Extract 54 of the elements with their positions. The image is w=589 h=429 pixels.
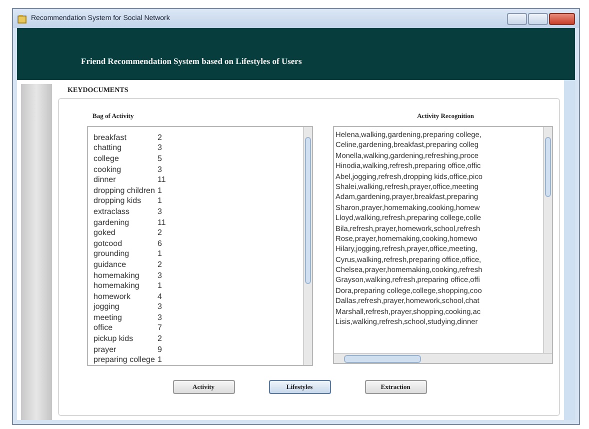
activity-count: 6 <box>158 238 162 248</box>
activity-name: jogging <box>94 302 120 312</box>
activity-name: prayer <box>94 344 118 354</box>
activity-count: 4 <box>158 292 162 301</box>
maximize-button[interactable] <box>528 12 548 24</box>
activity-count: 1 <box>158 196 162 206</box>
activity-name: office <box>94 323 114 332</box>
activity-count: 3 <box>158 143 162 152</box>
activity-name: pickup kids <box>94 334 134 344</box>
activity-name: grounding <box>94 249 130 258</box>
activity-name: goked <box>94 228 116 238</box>
activity-count: 3 <box>158 270 162 280</box>
activity-name: gotcood <box>94 238 124 248</box>
activity-name: meeting <box>94 312 124 322</box>
activity-count: 5 <box>158 154 162 163</box>
activity-count: 2 <box>158 228 162 238</box>
recognition-text-area[interactable] <box>332 126 553 364</box>
minimize-button[interactable] <box>507 12 527 24</box>
activity-name: dinner <box>94 175 117 184</box>
activity-count: 3 <box>158 206 162 216</box>
activity-name: extraclass <box>94 206 131 216</box>
app-icon <box>17 14 27 24</box>
activity-count: 3 <box>158 302 162 312</box>
activity-count: 11 <box>158 175 166 184</box>
activity-name: gardening <box>94 218 130 227</box>
activity-name: chatting <box>94 143 123 152</box>
activity-count: 2 <box>158 334 162 344</box>
activity-count: 2 <box>158 260 162 269</box>
activity-name: cooking <box>94 164 122 174</box>
activity-count: 11 <box>158 218 166 227</box>
vertical-scrollbar[interactable] <box>302 127 312 365</box>
close-button[interactable] <box>549 12 575 24</box>
activity-count: 3 <box>158 164 162 174</box>
activity-count: 1 <box>158 186 162 195</box>
vertical-scrollbar[interactable] <box>542 127 552 353</box>
activity-name: breakfast <box>94 132 128 142</box>
activity-count: 1 <box>158 355 162 364</box>
activity-count: 3 <box>158 312 162 322</box>
activity-count: 2 <box>158 132 162 142</box>
activity-name: homemaking <box>94 281 140 290</box>
banner-title: Friend Recommendation System based on Lifestyles of Users <box>81 56 302 66</box>
activity-name: homework <box>94 292 132 301</box>
activity-name: homemaking <box>94 270 140 280</box>
activity-name: guidance <box>94 260 128 269</box>
activity-name: preparing college <box>94 355 156 364</box>
horizontal-scrollbar[interactable] <box>334 353 552 363</box>
activity-count: 7 <box>158 323 162 332</box>
activity-name: dropping kids <box>94 196 142 206</box>
activity-count: 9 <box>158 344 162 354</box>
activity-count: 1 <box>158 281 162 290</box>
activity-count: 1 <box>158 249 162 258</box>
activity-list[interactable] <box>86 126 313 366</box>
activity-name: college <box>94 154 120 163</box>
activity-name: dropping children <box>94 186 156 195</box>
